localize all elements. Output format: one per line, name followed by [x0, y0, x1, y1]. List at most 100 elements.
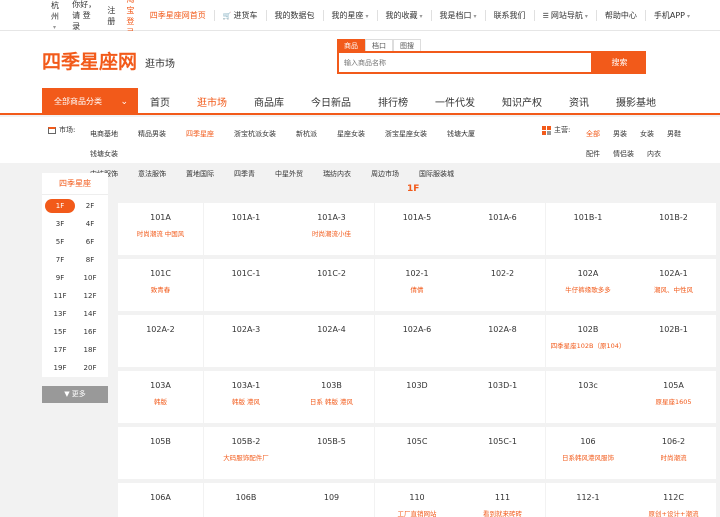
floor-item[interactable]: 5F: [45, 235, 75, 249]
stall-cell[interactable]: 101A-6: [460, 203, 545, 255]
stall-cell[interactable]: 102A-8: [460, 315, 545, 367]
floor-item[interactable]: 16F: [75, 325, 105, 339]
stall-cell[interactable]: 102A 牛仔裤缘歌多多: [545, 259, 631, 311]
stall-cell[interactable]: 102A-1 潮风、中性风: [631, 259, 716, 311]
stall-cell[interactable]: 103D: [374, 371, 460, 423]
floor-item[interactable]: 3F: [45, 217, 75, 231]
floor-item[interactable]: 13F: [45, 307, 75, 321]
floor-item[interactable]: 9F: [45, 271, 75, 285]
stall-cell[interactable]: 102B-1: [631, 315, 716, 367]
category-item[interactable]: 情侣装: [613, 144, 634, 164]
top-link-8[interactable]: 帮助中心: [595, 10, 645, 21]
stall-cell[interactable]: 103A-1 韩版 港风: [203, 371, 289, 423]
nav-link-6[interactable]: 知识产权: [502, 94, 542, 109]
market-item[interactable]: 国际服装城: [419, 164, 454, 184]
stall-cell[interactable]: 111 看到就来砖砖: [460, 483, 545, 517]
stall-cell[interactable]: 101B-1: [545, 203, 631, 255]
market-item[interactable]: 浙宝星座女装: [385, 124, 427, 144]
stall-cell[interactable]: 102A-4: [289, 315, 374, 367]
stall-cell[interactable]: 109: [289, 483, 374, 517]
stall-cell[interactable]: 102A-6: [374, 315, 460, 367]
top-link-9[interactable]: 手机APP ▾: [644, 10, 698, 21]
stall-cell[interactable]: 101A-1: [203, 203, 289, 255]
floor-item[interactable]: 12F: [75, 289, 105, 303]
nav-link-1[interactable]: 逛市场: [197, 94, 227, 109]
stall-cell[interactable]: 105A 原星座1605: [631, 371, 716, 423]
stall-cell[interactable]: 103B 日系 韩版 港风: [289, 371, 374, 423]
stall-cell[interactable]: 105B-5: [289, 427, 374, 479]
stall-cell[interactable]: 106-2 时尚潮流: [631, 427, 716, 479]
floor-item[interactable]: 18F: [75, 343, 105, 357]
floor-item[interactable]: 10F: [75, 271, 105, 285]
category-item[interactable]: 全部: [586, 124, 600, 144]
floor-item[interactable]: 11F: [45, 289, 75, 303]
stall-cell[interactable]: 106B: [203, 483, 289, 517]
market-item[interactable]: 星座女装: [337, 124, 365, 144]
stall-cell[interactable]: 105C: [374, 427, 460, 479]
nav-link-2[interactable]: 商品库: [254, 94, 284, 109]
market-item[interactable]: 电商基地: [90, 124, 118, 144]
top-link-3[interactable]: 我的星座 ▾: [322, 10, 377, 21]
stall-cell[interactable]: 105B: [118, 427, 203, 479]
stall-cell[interactable]: 105C-1: [460, 427, 545, 479]
stall-cell[interactable]: 101A 时尚潮流 中国风: [118, 203, 203, 255]
floor-item[interactable]: 7F: [45, 253, 75, 267]
market-item[interactable]: 瑞纺内衣: [323, 164, 351, 184]
floor-item[interactable]: 20F: [75, 361, 105, 375]
market-item[interactable]: 新杭派: [296, 124, 317, 144]
nav-link-7[interactable]: 资讯: [569, 94, 589, 109]
floor-item[interactable]: 19F: [45, 361, 75, 375]
nav-link-8[interactable]: 摄影基地: [616, 94, 656, 109]
market-item[interactable]: 四季青: [234, 164, 255, 184]
stall-cell[interactable]: 101C-2: [289, 259, 374, 311]
top-link-7[interactable]: ☰ 网站导航 ▾: [533, 10, 596, 21]
market-item[interactable]: 钱塘女装: [90, 144, 118, 164]
market-item[interactable]: 中星外贸: [275, 164, 303, 184]
floor-item[interactable]: 17F: [45, 343, 75, 357]
market-item[interactable]: 浙宝杭派女装: [234, 124, 276, 144]
floor-item[interactable]: 8F: [75, 253, 105, 267]
stall-cell[interactable]: 110 工厂直销网站: [374, 483, 460, 517]
category-item[interactable]: 女装: [640, 124, 654, 144]
top-link-6[interactable]: 联系我们: [484, 10, 534, 21]
stall-cell[interactable]: 101C 致青春: [118, 259, 203, 311]
register-link[interactable]: 注册: [107, 5, 115, 27]
market-item[interactable]: 精品男装: [138, 124, 166, 144]
stall-cell[interactable]: 112C 原创+设计+潮流: [631, 483, 716, 517]
stall-cell[interactable]: 102A-2: [118, 315, 203, 367]
market-item[interactable]: 周边市场: [371, 164, 399, 184]
top-link-1[interactable]: 🛒 进货车: [213, 10, 266, 21]
nav-link-5[interactable]: 一件代发: [435, 94, 475, 109]
login-link[interactable]: 你好，请 登录: [72, 0, 96, 32]
stall-cell[interactable]: 101B-2: [631, 203, 716, 255]
stall-cell[interactable]: 105B-2 大码服饰配件厂: [203, 427, 289, 479]
top-link-4[interactable]: 我的收藏 ▾: [376, 10, 431, 21]
stall-cell[interactable]: 106 日系韩风港风服饰: [545, 427, 631, 479]
stall-cell[interactable]: 102A-3: [203, 315, 289, 367]
stall-cell[interactable]: 103c: [545, 371, 631, 423]
nav-link-3[interactable]: 今日新品: [311, 94, 351, 109]
category-item[interactable]: 配件: [586, 144, 600, 164]
floor-item[interactable]: 4F: [75, 217, 105, 231]
category-item[interactable]: 男鞋: [667, 124, 681, 144]
stall-cell[interactable]: 102-1 倩倩: [374, 259, 460, 311]
market-item[interactable]: 四季星座: [186, 124, 214, 144]
market-item[interactable]: 意法服饰: [138, 164, 166, 184]
floor-item[interactable]: 14F: [75, 307, 105, 321]
floor-item[interactable]: 15F: [45, 325, 75, 339]
floor-item[interactable]: 2F: [75, 199, 105, 213]
stall-cell[interactable]: 101A-5: [374, 203, 460, 255]
search-input[interactable]: [339, 53, 591, 72]
top-link-0[interactable]: 四季星座网首页: [142, 10, 214, 21]
stall-cell[interactable]: 106A: [118, 483, 203, 517]
market-item[interactable]: 置地国际: [186, 164, 214, 184]
stall-cell[interactable]: 112-1: [545, 483, 631, 517]
floor-item[interactable]: 6F: [75, 235, 105, 249]
category-item[interactable]: 男装: [613, 124, 627, 144]
stall-cell[interactable]: 102-2: [460, 259, 545, 311]
nav-link-0[interactable]: 首页: [150, 94, 170, 109]
top-link-5[interactable]: 我是档口 ▾: [430, 10, 485, 21]
stall-cell[interactable]: 102B 四季星座102B（原104）: [545, 315, 631, 367]
stall-cell[interactable]: 101A-3 时尚潮流小佳: [289, 203, 374, 255]
site-logo[interactable]: 四季星座网: [42, 47, 137, 74]
